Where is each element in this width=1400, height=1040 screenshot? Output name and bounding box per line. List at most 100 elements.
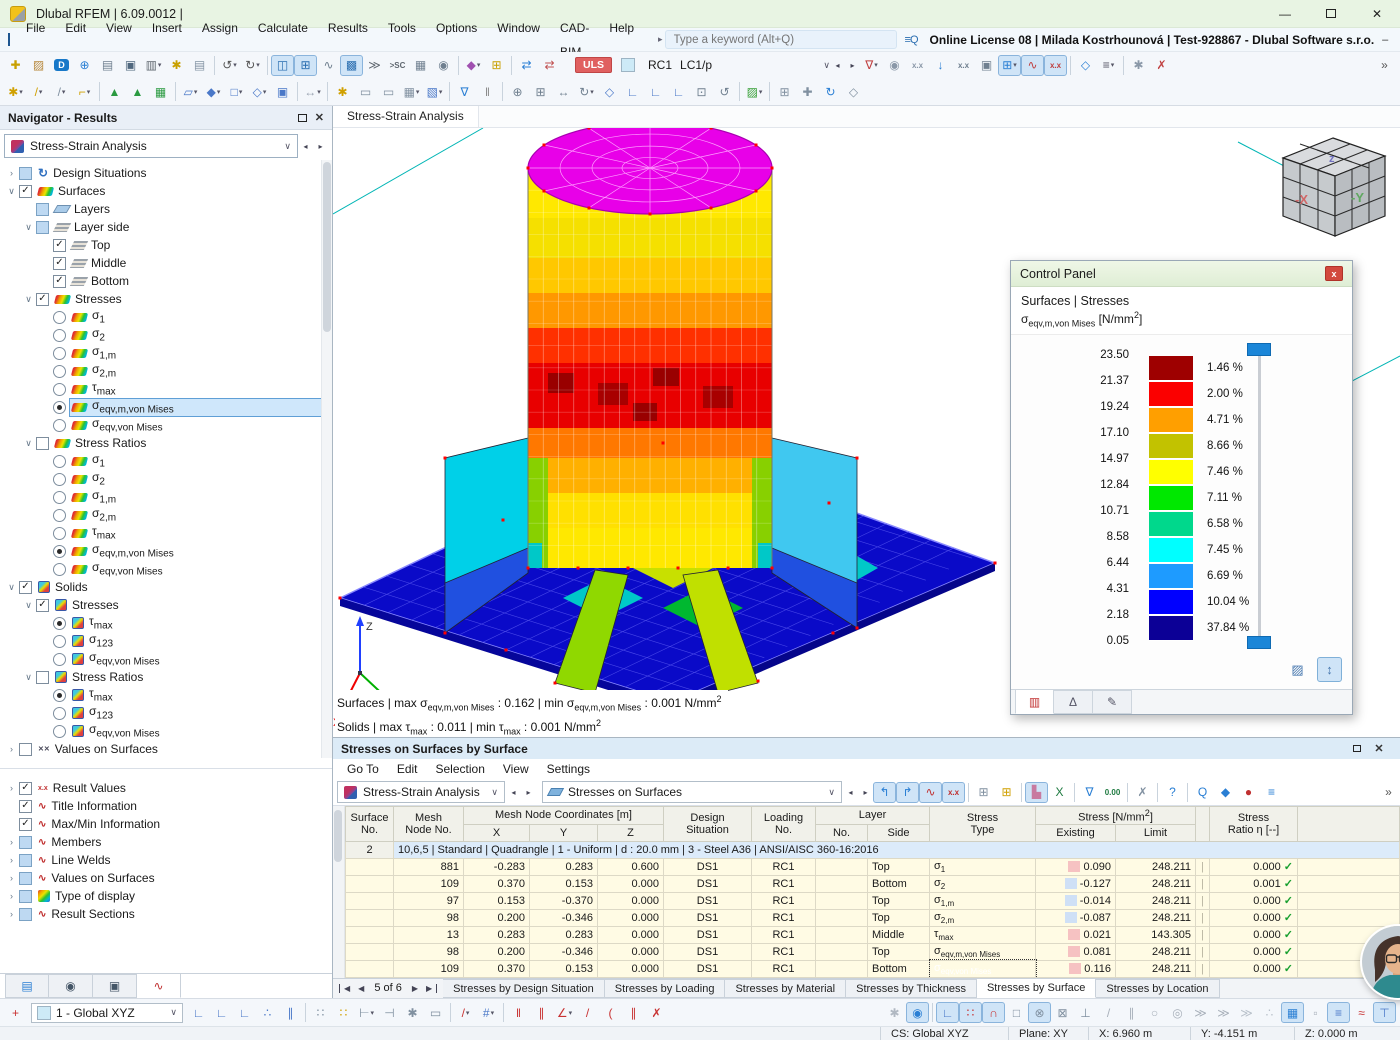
connect-lines-toggle[interactable]: ≈ — [1350, 1002, 1373, 1023]
view-z-button[interactable]: ∟ — [667, 81, 690, 102]
mesh-refinement-node-button[interactable]: ✱ — [331, 81, 354, 102]
tree-item[interactable]: σ1,m — [0, 488, 332, 506]
table-row[interactable]: 13 0.283 0.283 0.000 DS1 RC1 Middle τmax 0.021 14… — [345, 925, 1400, 944]
navigator-close-button[interactable]: ✕ — [315, 111, 324, 124]
zoom-window-button[interactable]: ⊞ — [529, 81, 552, 102]
table-menu-selection[interactable]: Selection — [427, 762, 494, 776]
perpendicular-snap-toggle[interactable]: ⊥ — [1074, 1002, 1097, 1023]
table-edit-button[interactable]: ⊞ — [995, 782, 1018, 803]
checkbox[interactable] — [36, 202, 49, 216]
tree-item[interactable]: τmax — [0, 686, 332, 704]
tree-item[interactable]: σ2,m — [0, 506, 332, 524]
tree-item[interactable]: ∨ ✓ Surfaces — [0, 182, 332, 200]
stress-type-cell[interactable]: σ1,m — [929, 891, 1036, 910]
stress-type-cell[interactable]: τmax — [929, 925, 1036, 944]
expander-icon[interactable]: › — [4, 744, 19, 754]
table-tab-stresses-by-loading[interactable]: Stresses by Loading — [604, 979, 726, 998]
tree-item[interactable]: ›✓ Result Values — [0, 779, 332, 797]
tree-item[interactable]: σ2 — [0, 326, 332, 344]
radio[interactable] — [53, 382, 66, 396]
checkbox[interactable] — [19, 871, 32, 885]
table-combo2-prev[interactable]: ◂ — [844, 784, 857, 801]
numbering-button[interactable]: # ▾ — [477, 1002, 500, 1023]
navigator-scrollbar[interactable] — [321, 160, 332, 758]
stress-type-cell[interactable]: σ2,m — [929, 908, 1036, 927]
previous-view-button[interactable]: ↺ — [713, 81, 736, 102]
navigator-tab-views[interactable]: ▣ — [93, 974, 137, 998]
guide-vertical-button[interactable]: ‖ — [507, 1002, 530, 1023]
panel-options-button[interactable]: ▨ — [1285, 657, 1310, 682]
radio[interactable] — [53, 454, 66, 468]
redo-button[interactable]: ↻ ▾ — [241, 55, 264, 76]
tree-item[interactable]: ✓ Bottom — [0, 272, 332, 290]
new-opening-button[interactable]: □ ▾ — [225, 81, 248, 102]
checkbox[interactable] — [19, 166, 32, 180]
checkbox[interactable]: ✓ — [53, 256, 66, 270]
table-tab-stresses-by-material[interactable]: Stresses by Material — [725, 979, 847, 998]
table-analysis-combo[interactable]: Stress-Strain Analysis ∨ — [337, 781, 505, 803]
panel-tab-filter[interactable]: ✎ — [1093, 690, 1132, 714]
stress-type-cell[interactable]: σeqv,m,von Mises — [929, 942, 1036, 961]
rendering-toggle[interactable]: ◉ — [432, 55, 455, 76]
search-input[interactable] — [664, 30, 897, 49]
checkbox[interactable] — [19, 742, 32, 756]
result-solid-button[interactable]: ▣ — [975, 55, 998, 76]
table-menu-edit[interactable]: Edit — [388, 762, 427, 776]
radio[interactable] — [53, 724, 66, 738]
table-group-row[interactable]: 2 10,6,5 | Standard | Quadrangle | 1 - Un… — [345, 840, 1400, 859]
delete-results-button[interactable]: ✗ — [1150, 55, 1173, 76]
tree-item[interactable]: ✓ Middle — [0, 254, 332, 272]
table-row[interactable]: 881 -0.283 0.283 0.600 DS1 RC1 Top σ1 0.090 248.2… — [345, 857, 1400, 876]
guide-segment-button[interactable]: / — [576, 1002, 599, 1023]
workplane-xy-button[interactable]: ∟ — [187, 1002, 210, 1023]
tree-item[interactable]: ✓ Title Information — [0, 797, 332, 815]
magnet-snap-toggle[interactable]: ∩ — [982, 1002, 1005, 1023]
cylinder-top-face[interactable] — [527, 128, 773, 215]
section-plane-button[interactable]: ◆ ▾ — [462, 55, 485, 76]
table-tab-stresses-by-thickness[interactable]: Stresses by Thickness — [846, 979, 977, 998]
table-tab-stresses-by-surface[interactable]: Stresses by Surface — [976, 978, 1097, 998]
clipping-box-button[interactable]: ◇ — [842, 81, 865, 102]
cylinder-shell[interactable] — [527, 168, 773, 568]
extension-snap-toggle[interactable]: ≫ — [1189, 1002, 1212, 1023]
checkbox[interactable]: ✓ — [36, 598, 49, 612]
dimension-x-button[interactable]: ⊢ ▾ — [355, 1002, 378, 1023]
table-window-toggle[interactable]: ▦ — [409, 55, 432, 76]
colored-relations-button[interactable]: ● — [1237, 782, 1260, 803]
new-printout-report-button[interactable]: ✱ — [165, 55, 188, 76]
animation-button[interactable]: ✱ — [1127, 55, 1150, 76]
display-properties-button[interactable]: ▨ ▾ — [743, 81, 766, 102]
filter-objects-button[interactable]: ∇ — [453, 81, 476, 102]
toolbar-overflow[interactable]: » — [1373, 55, 1396, 76]
radio[interactable] — [53, 562, 66, 576]
print-button[interactable]: ▥ ▾ — [142, 55, 165, 76]
intersection-snap-toggle[interactable]: ≫ — [1212, 1002, 1235, 1023]
expander-icon[interactable]: ∨ — [21, 438, 36, 449]
layers-toggle[interactable]: ≡ — [1327, 1002, 1350, 1023]
diagram-toggle[interactable]: ∿ — [317, 55, 340, 76]
new-line-button[interactable]: / ▾ — [27, 81, 50, 102]
navigator-tab-results[interactable]: ∿ — [137, 973, 181, 998]
snap-settings-button[interactable]: ✱ — [401, 1002, 424, 1023]
design-situation-badge[interactable]: ULS — [575, 57, 612, 73]
navigation-cube[interactable]: -X -Y z — [1281, 137, 1387, 237]
sync-to-model-button[interactable]: ↰ — [873, 781, 896, 803]
edit-coordinate-system-button[interactable]: + — [4, 1002, 27, 1023]
result-values-button[interactable]: x.x — [1044, 54, 1068, 76]
full-view-button[interactable]: ⊡ — [690, 81, 713, 102]
table-first-page-button[interactable]: ◀ — [339, 983, 354, 993]
panel-tab-factors[interactable]: Δ — [1054, 690, 1093, 714]
open-model-button[interactable]: ▨ — [27, 55, 50, 76]
tree-item[interactable]: ✓ Top — [0, 236, 332, 254]
load-case-combo[interactable]: LC1/p ∨ — [680, 58, 830, 72]
visibility-button[interactable]: ‖ — [476, 81, 499, 102]
navigator-forward-button[interactable]: ▸ — [314, 138, 327, 155]
maximize-button[interactable] — [1308, 0, 1354, 28]
table-row[interactable]: 97 0.153 -0.370 0.000 DS1 RC1 Top σ1,m -0.014 248… — [345, 891, 1400, 910]
expander-icon[interactable]: › — [4, 783, 19, 793]
radio[interactable] — [53, 310, 66, 324]
table-menu-settings[interactable]: Settings — [538, 762, 599, 776]
show-diagram-button[interactable]: ∿ — [919, 781, 942, 803]
pin-toggle[interactable]: ⊤ — [1373, 1002, 1396, 1023]
guide-arc-button[interactable]: ( — [599, 1002, 622, 1023]
